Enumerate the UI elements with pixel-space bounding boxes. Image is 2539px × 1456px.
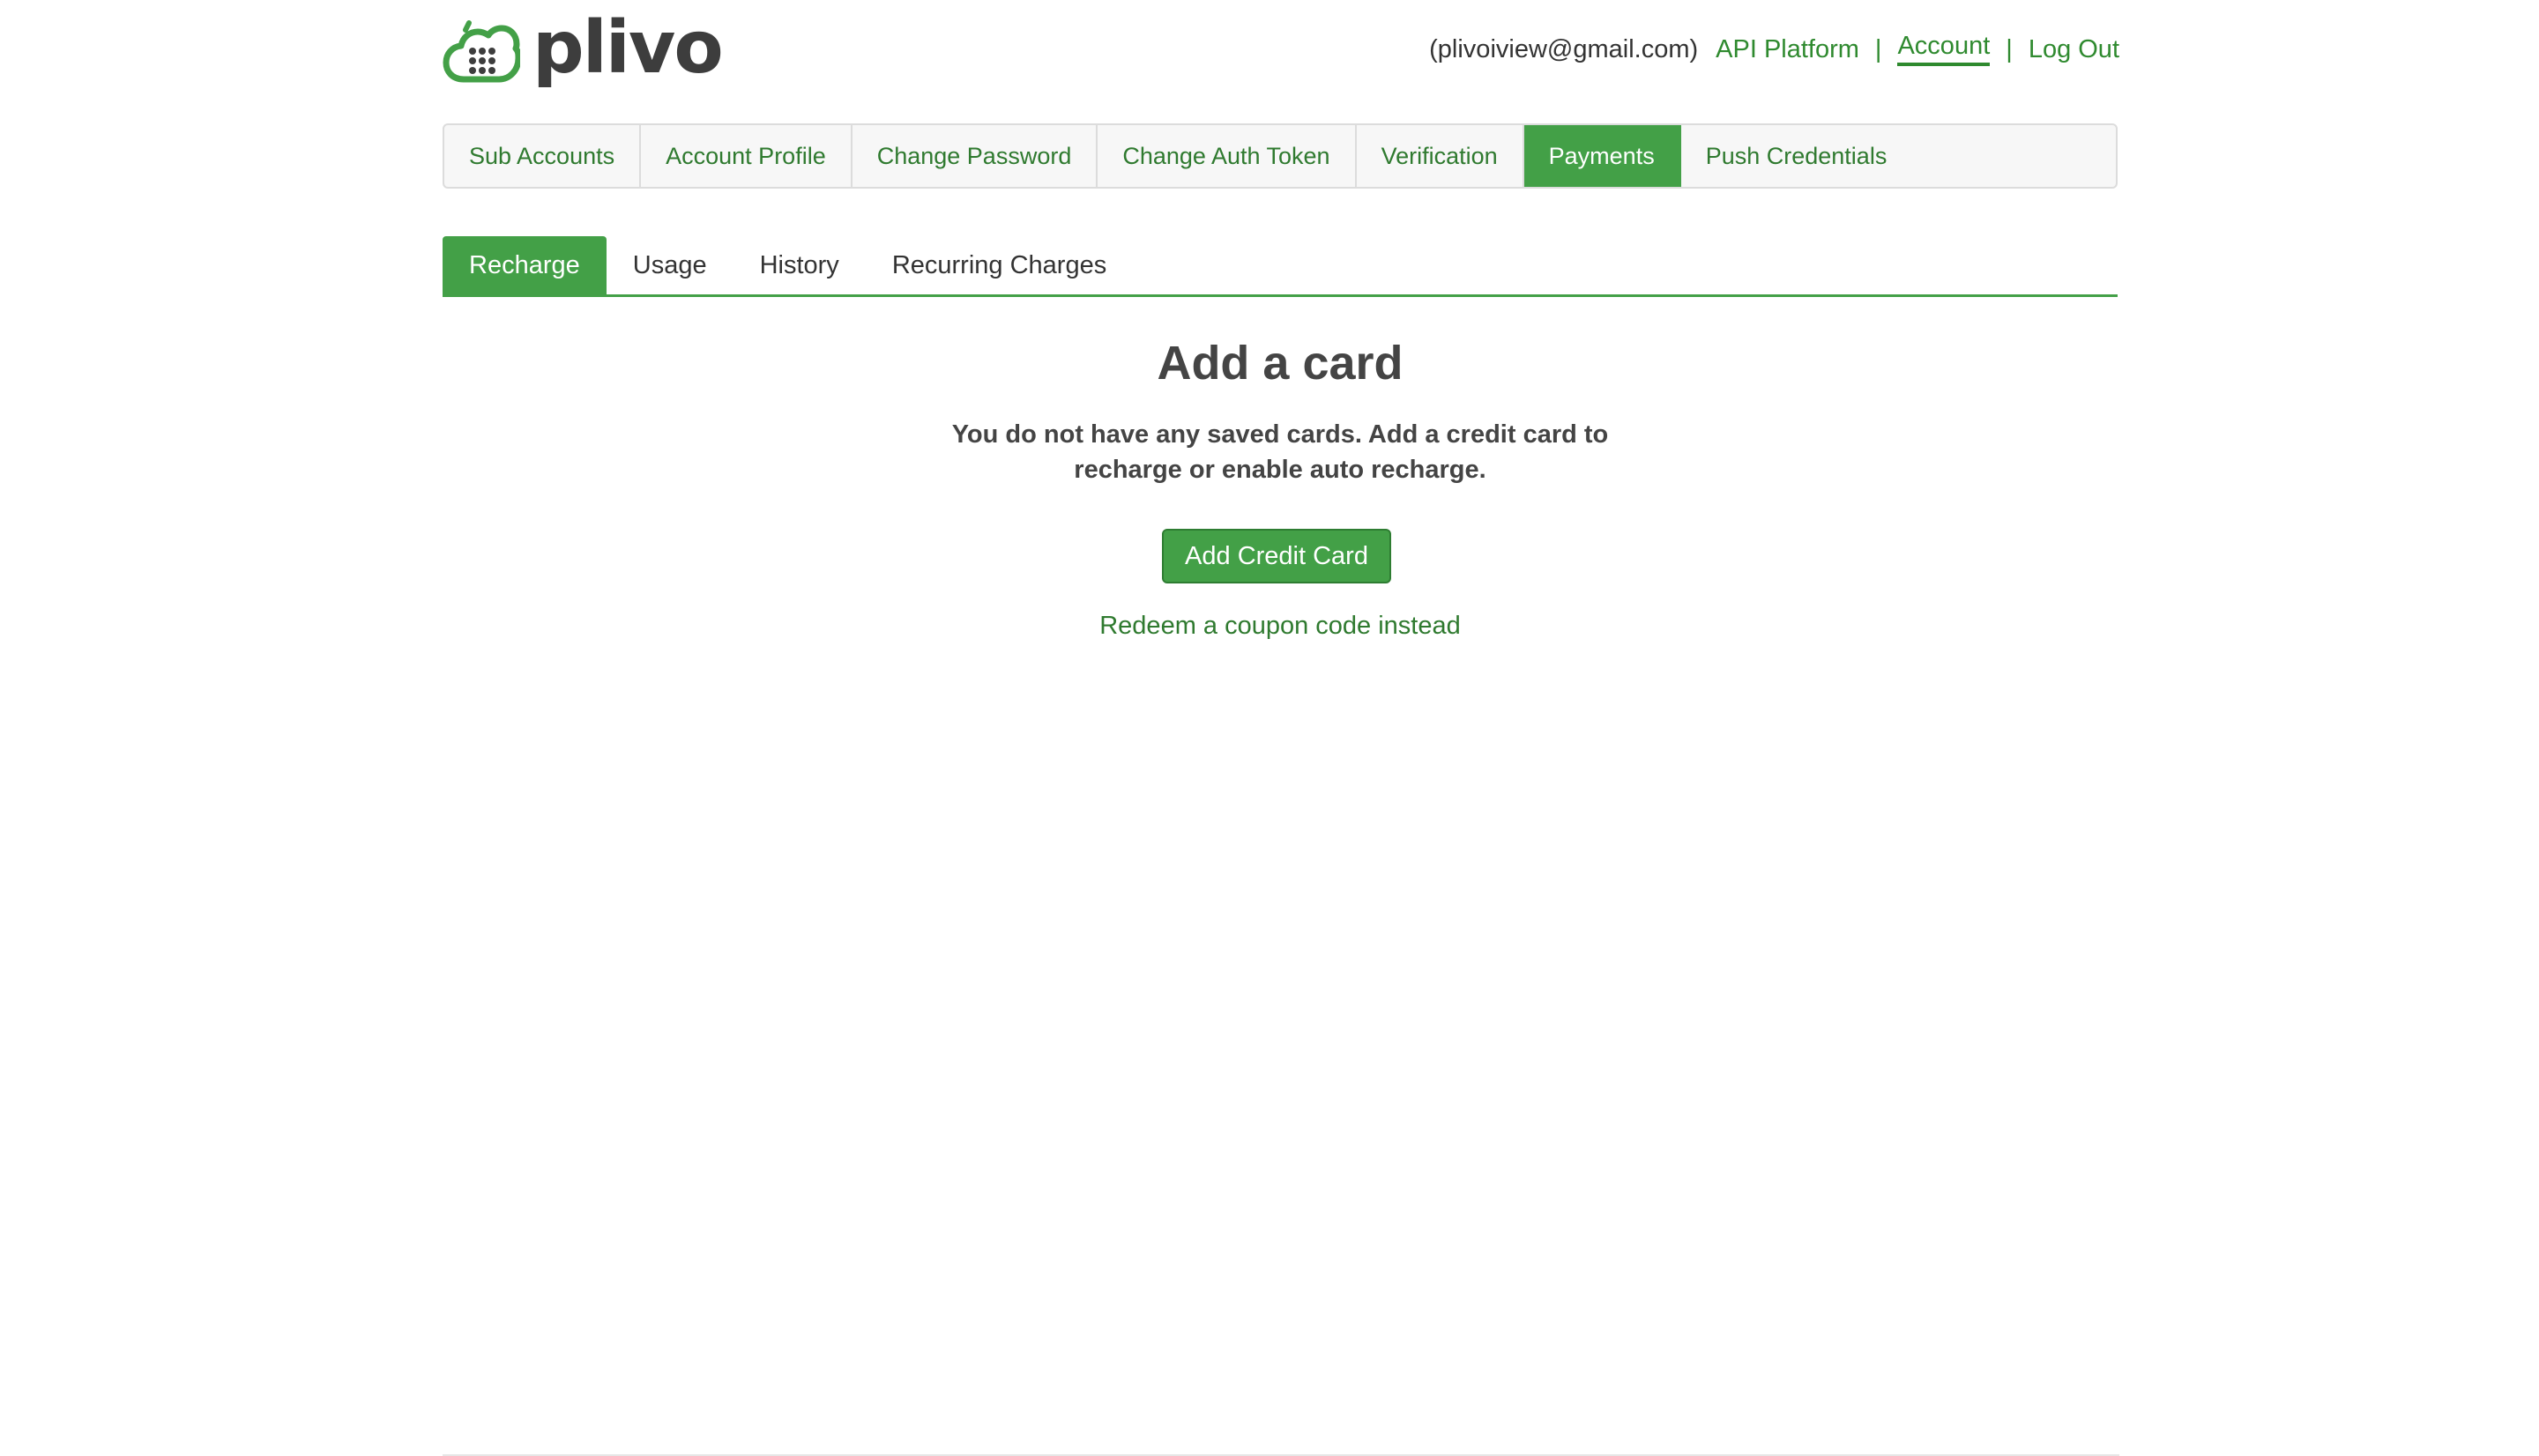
account-link[interactable]: Account bbox=[1897, 33, 1991, 66]
log-out-link[interactable]: Log Out bbox=[2029, 37, 2119, 63]
redeem-coupon-link[interactable]: Redeem a coupon code instead bbox=[443, 612, 2118, 641]
logo[interactable]: plivo bbox=[443, 12, 724, 92]
add-credit-card-button[interactable]: Add Credit Card bbox=[1162, 528, 1391, 583]
tab-sub-accounts[interactable]: Sub Accounts bbox=[444, 125, 642, 187]
header: plivo (plivoiview@gmail.com) API Platfor… bbox=[443, 12, 2119, 92]
subtab-usage[interactable]: Usage bbox=[607, 236, 733, 294]
user-email: (plivoiview@gmail.com) bbox=[1429, 35, 1699, 63]
separator: | bbox=[2006, 35, 2013, 63]
top-links: (plivoiview@gmail.com) API Platform | Ac… bbox=[1429, 33, 2119, 66]
page-title: Add a card bbox=[1157, 337, 1404, 390]
tab-change-password[interactable]: Change Password bbox=[853, 125, 1098, 187]
subtab-recharge[interactable]: Recharge bbox=[443, 236, 607, 294]
sub-nav: Recharge Usage History Recurring Charges bbox=[443, 236, 2118, 297]
tab-verification[interactable]: Verification bbox=[1357, 125, 1524, 187]
logo-text: plivo bbox=[532, 6, 724, 90]
tab-account-profile[interactable]: Account Profile bbox=[641, 125, 853, 187]
main-nav: Sub Accounts Account Profile Change Pass… bbox=[443, 123, 2118, 189]
container: plivo (plivoiview@gmail.com) API Platfor… bbox=[443, 0, 2119, 1456]
subtab-history[interactable]: History bbox=[733, 236, 866, 294]
no-cards-message: You do not have any saved cards. Add a c… bbox=[951, 420, 1609, 485]
tab-payments[interactable]: Payments bbox=[1523, 125, 1681, 187]
page: plivo (plivoiview@gmail.com) API Platfor… bbox=[0, 0, 2539, 1456]
subtab-recurring-charges[interactable]: Recurring Charges bbox=[866, 236, 1133, 294]
separator: | bbox=[1874, 35, 1882, 63]
tab-change-auth-token[interactable]: Change Auth Token bbox=[1098, 125, 1357, 187]
api-platform-link[interactable]: API Platform bbox=[1716, 37, 1859, 63]
plivo-cloud-icon bbox=[443, 20, 520, 83]
tab-push-credentials[interactable]: Push Credentials bbox=[1681, 125, 1912, 187]
add-card-panel: Add a card You do not have any saved car… bbox=[443, 335, 2118, 641]
